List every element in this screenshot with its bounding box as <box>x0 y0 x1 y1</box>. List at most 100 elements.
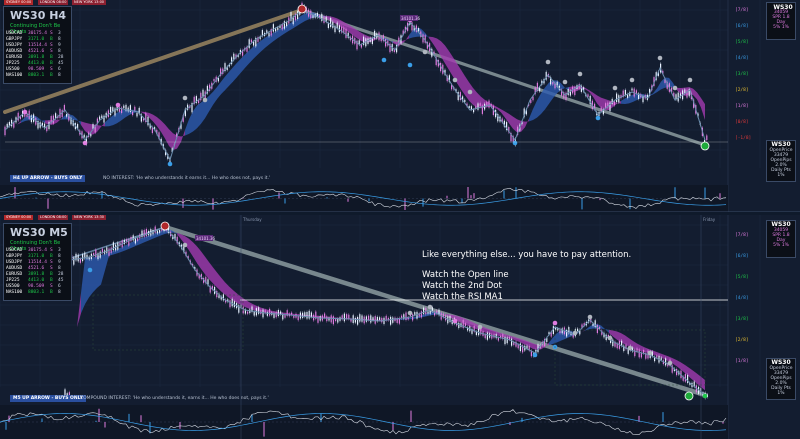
m5-chart-title: WS30 M5 <box>10 226 68 239</box>
price-line: 1% <box>777 391 785 396</box>
candle-body <box>275 311 277 318</box>
ma-ribbon <box>445 45 449 70</box>
m5-chart-pane[interactable]: 34101.36 SYDNEY 00:00 LONDON 08:00 NEW Y… <box>0 215 800 439</box>
candle-body <box>145 228 147 237</box>
murrey-level-label: [6/8] <box>735 254 749 259</box>
candle-body <box>631 88 633 91</box>
session-tab-london[interactable]: LONDON 08:00 <box>38 0 69 5</box>
ma-ribbon <box>21 117 25 123</box>
candle-body <box>156 230 158 234</box>
ma-ribbon <box>181 130 185 142</box>
ma-ribbon <box>85 258 89 305</box>
session-tab-newyork[interactable]: NEW YORK 13:30 <box>72 215 107 220</box>
ticker-cell: 4521.6 <box>28 49 45 54</box>
ticker-cell: AUDUSD <box>6 266 23 271</box>
candle-body <box>137 238 139 241</box>
annotation-pay-attention: Like everything else... you have to pay … <box>422 250 632 260</box>
down-arrow-icon <box>160 221 170 231</box>
ma-ribbon <box>37 116 41 121</box>
candle-body <box>229 300 231 308</box>
candle-body <box>418 28 420 32</box>
ma-ribbon <box>585 87 589 92</box>
ticker-cell: 8 <box>58 290 61 295</box>
ticker-cell: 3891.8 <box>28 55 45 60</box>
signal-dot <box>702 393 708 399</box>
peak-label: 34101.36 <box>401 16 421 21</box>
candle-body <box>83 134 85 138</box>
murrey-level-label: [3/8] <box>735 72 749 77</box>
ticker-cell: 8803.1 <box>28 290 45 295</box>
candle-body <box>343 313 345 322</box>
candle-body <box>577 328 579 332</box>
candle-body <box>136 112 138 117</box>
signal-dot <box>202 97 208 103</box>
h4-chart-pane[interactable]: 34101.36 SYDNEY 00:00 LONDON 08:00 NEW Y… <box>0 0 800 212</box>
ma-ribbon <box>673 358 677 367</box>
candle-body <box>390 316 392 325</box>
ticker-cell: 3171.0 <box>28 254 45 259</box>
session-tab-sydney[interactable]: SYDNEY 00:00 <box>4 215 34 220</box>
candle-body <box>99 116 101 120</box>
ma-ribbon <box>225 71 229 91</box>
ma-ribbon <box>409 29 413 39</box>
candle-body <box>330 17 332 28</box>
ma-ribbon <box>497 107 501 113</box>
session-tab-newyork[interactable]: NEW YORK 13:00 <box>72 0 107 5</box>
ma-ribbon <box>213 87 217 105</box>
session-tab-sydney[interactable]: SYDNEY 00:00 <box>4 0 34 5</box>
ma-ribbon <box>301 13 305 24</box>
ma-ribbon <box>153 232 157 239</box>
annotation-rsi-ma: Watch the RSI MA1 <box>422 292 503 302</box>
symbol-label: WS30 <box>773 4 793 11</box>
ma-ribbon <box>233 62 237 82</box>
ma-ribbon <box>213 267 217 288</box>
ma-ribbon <box>221 76 225 95</box>
candle-body <box>216 290 218 298</box>
signal-dot <box>532 352 538 358</box>
signal-dot <box>467 89 473 95</box>
ma-ribbon <box>217 81 221 100</box>
candle-body <box>473 109 475 113</box>
ma-ribbon <box>149 112 153 122</box>
candle-body <box>427 311 429 314</box>
ticker-cell: 6 <box>58 284 61 289</box>
ticker-cell: 3 <box>58 248 61 253</box>
murrey-level-label: [5/8] <box>735 40 749 45</box>
signal-dot <box>477 324 483 330</box>
ma-ribbon <box>537 93 541 118</box>
candle-body <box>370 315 372 323</box>
ticker-cell: NAS100 <box>6 290 23 295</box>
ma-ribbon <box>405 35 409 42</box>
session-tab-london[interactable]: LONDON 08:00 <box>38 215 69 220</box>
candle-body <box>106 247 108 253</box>
ticker-cell: US500 <box>6 284 20 289</box>
candle-body <box>213 79 215 82</box>
signal-dot <box>562 79 568 85</box>
ma-ribbon <box>689 367 693 381</box>
signal-dot <box>577 71 583 77</box>
ticker-cell: S <box>50 248 53 253</box>
ticker-cell: USDJPY <box>6 43 23 48</box>
ma-ribbon <box>157 117 161 132</box>
candle-body <box>79 258 81 263</box>
candle-body <box>634 349 636 357</box>
candle-body <box>26 114 28 117</box>
candle-body <box>154 226 156 233</box>
candle-body <box>479 103 481 106</box>
ticker-cell: S <box>50 284 53 289</box>
ma-ribbon <box>153 114 157 127</box>
ticker-cell: 3891.8 <box>28 272 45 277</box>
ma-ribbon <box>473 87 477 108</box>
ma-ribbon <box>617 331 621 343</box>
ticker-cell: 11514.4 <box>28 260 47 265</box>
ma-ribbon <box>657 81 661 93</box>
candle-body <box>297 315 299 321</box>
ticker-cell: 8 <box>58 37 61 42</box>
candle-body <box>495 334 497 339</box>
ticker-cell: 11514.4 <box>28 43 47 48</box>
ma-ribbon <box>261 37 265 52</box>
candle-body <box>123 105 125 109</box>
ticker-cell: 8 <box>58 266 61 271</box>
signal-dot <box>572 330 578 336</box>
candle-body <box>6 123 8 128</box>
